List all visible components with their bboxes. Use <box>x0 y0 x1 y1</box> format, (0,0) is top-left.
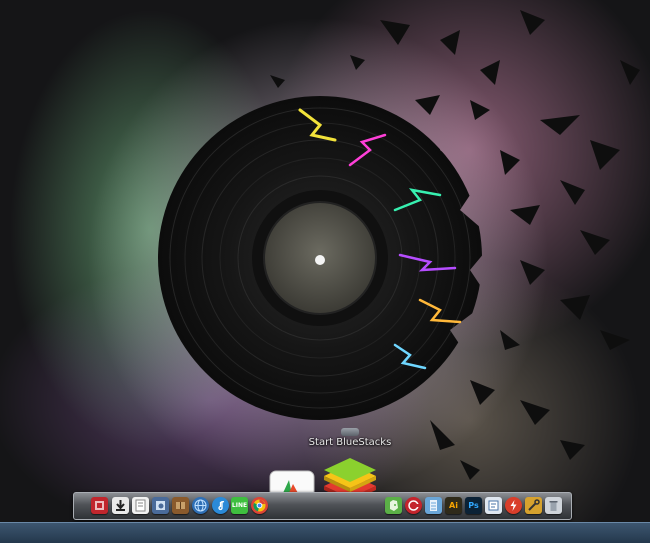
photoshop-icon[interactable]: Ps <box>465 497 482 514</box>
red-app-icon[interactable] <box>91 497 108 514</box>
ccleaner-icon[interactable] <box>405 497 422 514</box>
taskbar <box>0 522 650 543</box>
globe-icon[interactable] <box>192 497 209 514</box>
line-icon-label: LINE <box>231 502 248 509</box>
line-icon[interactable]: LINE <box>231 497 248 514</box>
bluestacks-shortcut-icon <box>341 428 359 436</box>
shortcut-label: Start BlueStacks <box>308 437 392 448</box>
itunes-icon[interactable] <box>212 497 229 514</box>
bluestacks-desktop-shortcut[interactable]: Start BlueStacks <box>300 428 400 452</box>
desktop: Start BlueStacks <box>0 0 650 522</box>
preview-icon[interactable] <box>152 497 169 514</box>
recycle-bin-icon[interactable] <box>545 497 562 514</box>
flash-icon[interactable] <box>505 497 522 514</box>
text-editor-icon[interactable] <box>485 497 502 514</box>
dock: LINE Ai Ps <box>73 492 572 520</box>
chrome-icon[interactable] <box>251 497 268 514</box>
downloads-icon[interactable] <box>112 497 129 514</box>
evernote-icon[interactable] <box>385 497 402 514</box>
notepad-icon[interactable] <box>425 497 442 514</box>
books-icon[interactable] <box>172 497 189 514</box>
photoshop-icon-label: Ps <box>468 501 479 510</box>
illustrator-icon[interactable]: Ai <box>445 497 462 514</box>
notes-icon[interactable] <box>132 497 149 514</box>
tools-icon[interactable] <box>525 497 542 514</box>
illustrator-icon-label: Ai <box>449 501 458 510</box>
